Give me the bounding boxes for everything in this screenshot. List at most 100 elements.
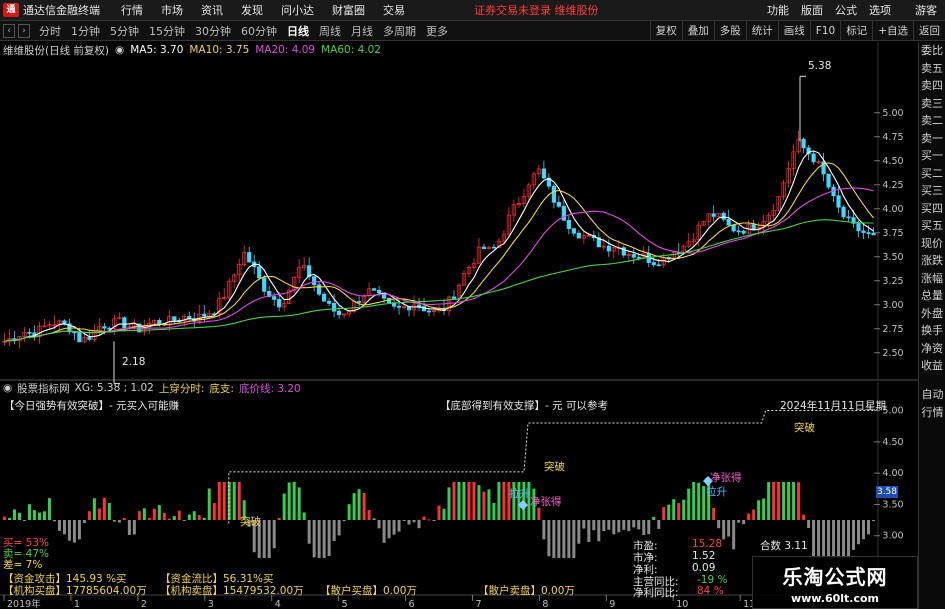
side-tab-earnings[interactable]: 收益 xyxy=(919,357,945,375)
add-watchlist-button[interactable]: +自选 xyxy=(872,21,913,41)
candle-body xyxy=(337,310,342,316)
site-watermark: 乐淘公式网 www.60lt.com xyxy=(752,556,918,609)
side-tab-sell3[interactable]: 卖三 xyxy=(919,95,945,113)
tab-daily[interactable]: 日线 xyxy=(282,23,314,39)
side-tab-outer[interactable]: 外盘 xyxy=(919,305,945,323)
tab-weekly[interactable]: 周线 xyxy=(314,23,346,39)
candle-body xyxy=(451,296,457,299)
indicator-bar xyxy=(587,520,591,542)
side-tab-price[interactable]: 现价 xyxy=(919,235,945,253)
side-tab-sell1[interactable]: 卖一 xyxy=(919,130,945,148)
chevron-left-icon[interactable]: ‹ xyxy=(3,23,15,38)
date-tick-label: 10 xyxy=(676,599,688,609)
indicator-bar xyxy=(547,520,551,557)
side-tab-change-pct[interactable]: 涨幅 xyxy=(919,270,945,288)
candle-body xyxy=(561,206,566,221)
tab-more[interactable]: 更多 xyxy=(421,23,453,39)
restore-rights-button[interactable]: 复权 xyxy=(649,21,682,41)
main-y-tick-label: 5.00 xyxy=(882,108,903,119)
mark-button[interactable]: 标记 xyxy=(840,21,872,41)
side-tab-volume[interactable]: 总量 xyxy=(919,287,945,305)
indicator-bar xyxy=(392,520,396,535)
side-tab-sell5[interactable]: 卖五 xyxy=(919,60,945,78)
candle-body xyxy=(247,252,252,263)
indicator-bar xyxy=(482,491,486,520)
menu-options[interactable]: 选项 xyxy=(863,2,897,18)
tab-15min[interactable]: 15分钟 xyxy=(144,23,190,39)
side-tab-sell4[interactable]: 卖四 xyxy=(919,77,945,95)
statistics-button[interactable]: 统计 xyxy=(745,21,778,41)
menu-layout[interactable]: 版面 xyxy=(795,2,829,18)
side-tab-buy4[interactable]: 买四 xyxy=(919,200,945,218)
indicator-bar xyxy=(597,520,601,542)
candle-body xyxy=(122,317,127,329)
menu-quotes[interactable]: 行情 xyxy=(112,2,152,18)
indicator-bar xyxy=(397,520,401,532)
tab-monthly[interactable]: 月线 xyxy=(346,23,378,39)
side-tab-buy2[interactable]: 买二 xyxy=(919,165,945,183)
tab-5min[interactable]: 5分钟 xyxy=(105,23,144,39)
side-tab-change[interactable]: 涨跌 xyxy=(919,252,945,270)
indicator-bar xyxy=(567,520,571,558)
candle-body xyxy=(272,296,277,300)
tab-multi-period[interactable]: 多周期 xyxy=(378,23,421,39)
multi-stock-button[interactable]: 多股 xyxy=(713,21,746,41)
side-tab-turnover[interactable]: 换手 xyxy=(919,322,945,340)
side-tab-weibi[interactable]: 委比 xyxy=(919,42,945,60)
overlay-button[interactable]: 叠加 xyxy=(681,21,714,41)
menu-functions[interactable]: 功能 xyxy=(761,2,795,18)
indicator-bar xyxy=(177,510,181,520)
indicator-bar xyxy=(717,520,721,529)
menu-discover[interactable]: 发现 xyxy=(232,2,272,18)
menu-formula[interactable]: 公式 xyxy=(829,2,863,18)
tab-30min[interactable]: 30分钟 xyxy=(190,23,236,39)
menu-trade[interactable]: 交易 xyxy=(374,2,414,18)
side-tab-buy5[interactable]: 买五 xyxy=(919,217,945,235)
side-tab-buy1[interactable]: 买一 xyxy=(919,147,945,165)
f10-button[interactable]: F10 xyxy=(809,21,840,41)
candle-body xyxy=(376,289,382,294)
settings-dot-icon[interactable]: ◉ xyxy=(3,382,12,394)
indicator-bar xyxy=(592,520,596,531)
indicator-bar xyxy=(697,482,701,520)
chevron-right-icon[interactable]: › xyxy=(18,23,30,38)
side-tab-sell2[interactable]: 卖二 xyxy=(919,112,945,130)
indicator-bar xyxy=(72,520,76,543)
side-tab-quotes[interactable]: 行情 xyxy=(919,404,945,422)
side-tab-net-assets[interactable]: 净资 xyxy=(919,340,945,358)
menu-wealth[interactable]: 财富圈 xyxy=(323,2,374,18)
indicator-bar xyxy=(467,482,471,520)
indicator-bar xyxy=(182,520,186,521)
login-warning[interactable]: 证券交易未登录 维维股份 xyxy=(474,2,599,18)
guest-label[interactable]: 游客 xyxy=(915,2,937,18)
date-tick-label: 7 xyxy=(475,599,481,609)
back-button[interactable]: 返回 xyxy=(913,21,945,41)
indicator-bar xyxy=(17,512,21,520)
tab-1min[interactable]: 1分钟 xyxy=(66,23,105,39)
indicator-bar xyxy=(197,515,201,520)
side-tab-buy3[interactable]: 买三 xyxy=(919,182,945,200)
candle-body xyxy=(871,232,876,236)
indicator-bar xyxy=(367,510,371,520)
candle-body xyxy=(356,301,362,303)
settings-dot-icon[interactable]: ◉ xyxy=(115,44,124,56)
tab-60min[interactable]: 60分钟 xyxy=(236,23,282,39)
menu-market[interactable]: 市场 xyxy=(152,2,192,18)
ma5-label: MA5: 3.70 xyxy=(130,44,184,56)
indicator-bar xyxy=(772,482,776,520)
menu-bar: 通 通达信金融终端 行情 市场 资讯 发现 问小达 财富圈 交易 证券交易未登录… xyxy=(0,0,945,21)
ind-y-tick-label: 4.50 xyxy=(882,437,903,448)
tab-intraday[interactable]: 分时 xyxy=(34,23,66,39)
kline-chart[interactable]: 2.50 2.75 3.00 3.25 3.50 3.75 4.00 4.25 4.50 4.75… xyxy=(0,42,918,609)
indicator-bar xyxy=(402,520,406,522)
signal-breakout-3: 突破 xyxy=(794,422,815,434)
candle-body xyxy=(107,327,112,330)
menu-news[interactable]: 资讯 xyxy=(192,2,232,18)
candle-body xyxy=(646,253,651,263)
draw-line-button[interactable]: 画线 xyxy=(777,21,810,41)
retail-buy: 【散户买盘】0.00万 xyxy=(320,585,417,597)
menu-ask[interactable]: 问小达 xyxy=(272,2,323,18)
indicator-bar xyxy=(542,520,546,540)
indicator-bar xyxy=(422,516,426,520)
side-tab-auto[interactable]: 自动 xyxy=(919,386,945,404)
